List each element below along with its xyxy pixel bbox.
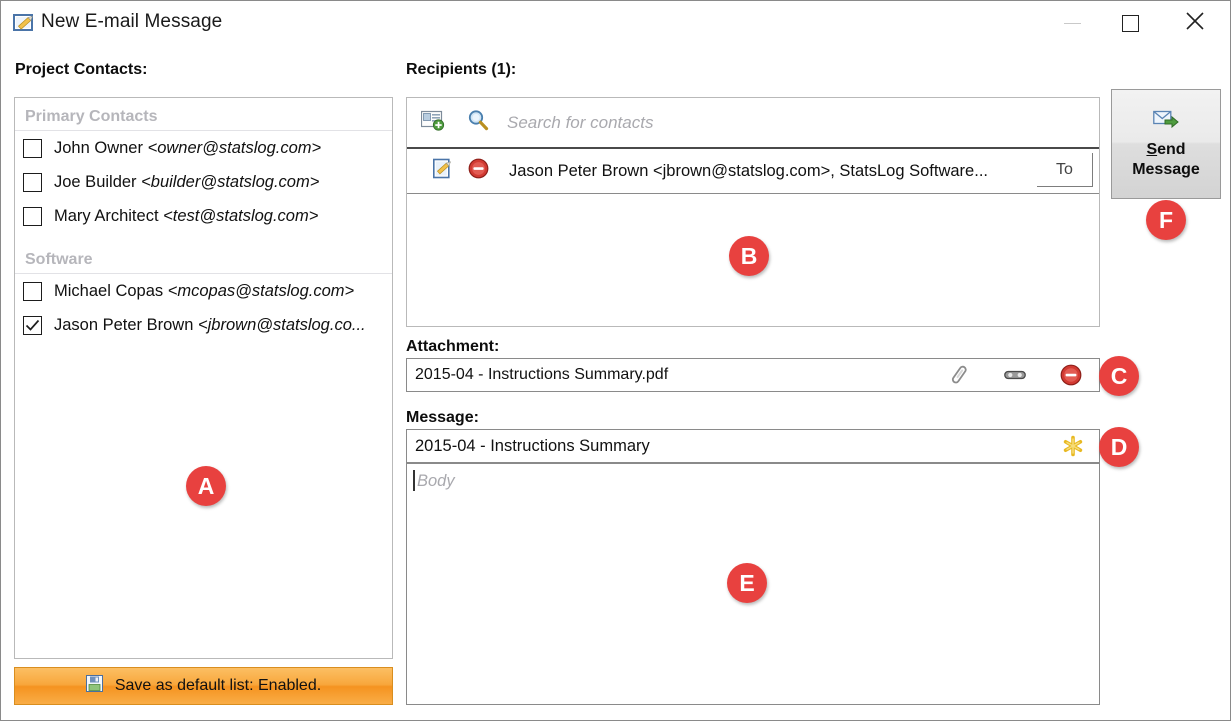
contact-group-header: Software xyxy=(15,233,392,274)
annotation-badge-f: F xyxy=(1146,200,1186,240)
edit-pencil-icon[interactable] xyxy=(433,158,454,184)
contact-checkbox[interactable] xyxy=(23,206,42,226)
contact-checkbox[interactable] xyxy=(23,281,42,301)
contact-checkbox[interactable] xyxy=(23,138,42,158)
paperclip-icon[interactable] xyxy=(931,364,987,386)
gold-asterisk-icon[interactable] xyxy=(1047,435,1099,457)
project-contacts-list[interactable]: Primary Contacts John Owner <owner@stats… xyxy=(14,97,393,659)
contact-row[interactable]: Michael Copas <mcopas@statslog.com> xyxy=(15,274,392,308)
contact-label: Mary Architect <test@statslog.com> xyxy=(54,206,319,225)
save-default-list-button[interactable]: Save as default list: Enabled. xyxy=(14,667,393,705)
send-message-button[interactable]: Send Message xyxy=(1111,89,1221,199)
recipient-text: Jason Peter Brown <jbrown@statslog.com>,… xyxy=(509,161,988,180)
recipient-row[interactable]: Jason Peter Brown <jbrown@statslog.com>,… xyxy=(407,149,1099,194)
add-contact-card-icon[interactable] xyxy=(420,109,445,136)
search-input[interactable]: Search for contacts xyxy=(507,113,653,133)
close-button[interactable] xyxy=(1171,1,1218,46)
minimize-icon xyxy=(1064,22,1081,25)
contact-row[interactable]: Mary Architect <test@statslog.com> xyxy=(15,199,392,233)
annotation-badge-b: B xyxy=(729,236,769,276)
attachment-field[interactable]: 2015-04 - Instructions Summary.pdf xyxy=(406,358,1100,392)
recipient-search-row[interactable]: Search for contacts xyxy=(407,98,1099,149)
recipients-panel: Search for contacts Jason Peter Brown <j… xyxy=(406,97,1100,327)
title-bar: New E-mail Message xyxy=(1,1,1230,46)
remove-circle-icon[interactable] xyxy=(468,158,489,184)
save-default-list-label: Save as default list: Enabled. xyxy=(114,677,322,694)
contact-label: Jason Peter Brown <jbrown@statslog.co... xyxy=(54,315,366,334)
email-window: New E-mail Message Project Contacts: Rec… xyxy=(0,0,1231,721)
magnifier-icon[interactable] xyxy=(467,109,489,136)
contact-checkbox[interactable] xyxy=(23,172,42,192)
maximize-icon xyxy=(1122,15,1139,32)
attachment-filename: 2015-04 - Instructions Summary.pdf xyxy=(415,366,669,383)
contact-group-header: Primary Contacts xyxy=(15,98,392,131)
maximize-button[interactable] xyxy=(1107,1,1154,46)
contact-row[interactable]: Joe Builder <builder@statslog.com> xyxy=(15,165,392,199)
annotation-badge-d: D xyxy=(1099,427,1139,467)
note-pencil-icon xyxy=(13,13,35,33)
contact-label: John Owner <owner@statslog.com> xyxy=(54,138,322,157)
contact-row[interactable]: Jason Peter Brown <jbrown@statslog.co... xyxy=(15,308,392,342)
minimize-button[interactable] xyxy=(1049,1,1096,46)
window-title: New E-mail Message xyxy=(41,11,223,32)
glasses-preview-icon[interactable] xyxy=(987,368,1043,382)
contact-label: Michael Copas <mcopas@statslog.com> xyxy=(54,281,355,300)
annotation-badge-a: A xyxy=(186,466,226,506)
attachment-label: Attachment: xyxy=(406,338,500,355)
contact-checkbox-checked[interactable] xyxy=(23,315,42,335)
message-body-placeholder: Body xyxy=(417,472,455,490)
close-icon xyxy=(1185,11,1205,36)
annotation-badge-e: E xyxy=(727,563,767,603)
send-button-line1: Send xyxy=(1146,140,1186,158)
contacts-label: Project Contacts: xyxy=(15,61,148,78)
remove-circle-icon[interactable] xyxy=(1043,364,1099,386)
floppy-save-icon xyxy=(85,675,103,697)
text-caret xyxy=(413,470,415,491)
contact-label: Joe Builder <builder@statslog.com> xyxy=(54,172,320,191)
message-label: Message: xyxy=(406,409,479,426)
recipients-label: Recipients (1): xyxy=(406,61,517,78)
annotation-badge-c: C xyxy=(1099,356,1139,396)
send-envelope-icon xyxy=(1153,109,1179,134)
message-subject-field[interactable]: 2015-04 - Instructions Summary xyxy=(406,429,1100,463)
send-button-line2: Message xyxy=(1132,160,1200,178)
contact-row[interactable]: John Owner <owner@statslog.com> xyxy=(15,131,392,165)
message-subject-value: 2015-04 - Instructions Summary xyxy=(415,436,650,455)
recipient-to-button[interactable]: To xyxy=(1037,153,1093,187)
